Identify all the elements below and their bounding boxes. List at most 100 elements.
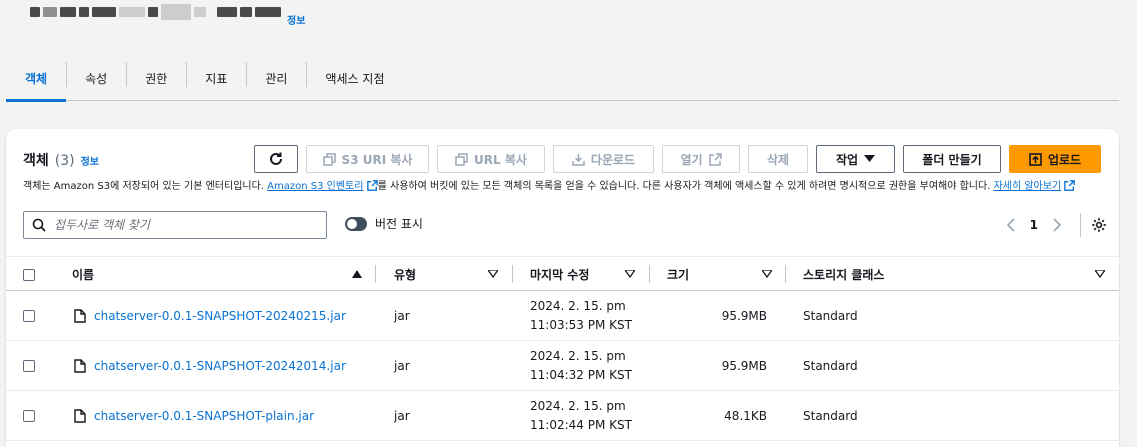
storage-class-cell: Standard: [803, 359, 858, 373]
column-header-size[interactable]: 크기: [649, 257, 779, 292]
search-box: [23, 211, 327, 239]
modified-cell: 2024. 2. 15. pm 11:03:53 PM KST: [530, 291, 632, 341]
name-cell: chatserver-0.0.1-SNAPSHOT-20240215.jar: [74, 291, 346, 341]
upload-icon: [1029, 152, 1042, 166]
open-button[interactable]: 열기: [662, 145, 740, 173]
size-cell: 95.9MB: [721, 359, 767, 373]
bucket-name-redacted: [30, 4, 281, 20]
copy-icon: [322, 152, 336, 166]
gear-icon: [1092, 218, 1106, 232]
show-versions-label: 버전 표시: [375, 217, 423, 231]
actions-label: 작업: [835, 152, 859, 167]
pagination: 1: [1006, 213, 1107, 237]
sort-icon[interactable]: [625, 270, 635, 278]
panel-title: 객체 (3) 정보: [23, 150, 99, 170]
name-cell: chatserver-0.0.1-SNAPSHOT-plain.jar: [74, 391, 314, 441]
learn-more-link[interactable]: 자세히 알아보기: [994, 181, 1062, 192]
modified-date: 2024. 2. 15. pm: [530, 299, 626, 313]
object-link[interactable]: chatserver-0.0.1-SNAPSHOT-20240215.jar: [94, 309, 346, 323]
file-icon: [74, 409, 86, 423]
header-info-link[interactable]: 정보: [287, 12, 305, 27]
table-row[interactable]: chatserver-0.0.1-SNAPSHOT-20242014.jar j…: [6, 341, 1119, 391]
modified-date: 2024. 2. 15. pm: [530, 349, 626, 363]
refresh-icon: [270, 152, 282, 165]
toggle-knob: [347, 218, 357, 229]
tab-properties[interactable]: 속성: [66, 56, 126, 100]
column-header-last-modified[interactable]: 마지막 수정: [512, 257, 642, 292]
create-folder-button[interactable]: 폴더 만들기: [903, 145, 1001, 173]
row-select-cell: [23, 291, 35, 341]
sort-icon[interactable]: [762, 270, 772, 278]
sort-icon[interactable]: [1095, 270, 1105, 278]
page-header: 정보: [30, 2, 305, 27]
refresh-button[interactable]: [254, 145, 298, 173]
show-versions-toggle[interactable]: 버전 표시: [345, 215, 423, 232]
preferences-button[interactable]: [1080, 213, 1107, 237]
search-icon: [32, 218, 46, 232]
caret-down-icon: [864, 155, 876, 162]
description-text-2: 를 사용하여 버킷에 있는 모든 객체의 목록을 얻을 수 있습니다. 다른 사…: [377, 181, 994, 192]
row-checkbox[interactable]: [23, 410, 35, 422]
open-label: 열기: [680, 152, 703, 167]
type-cell: jar: [394, 309, 410, 323]
column-header-type[interactable]: 유형: [375, 257, 495, 292]
table-row[interactable]: chatserver-0.0.1-SNAPSHOT-20240215.jar j…: [6, 291, 1119, 341]
toggle-switch[interactable]: [345, 216, 367, 231]
row-checkbox[interactable]: [23, 310, 35, 322]
column-header-storage-class[interactable]: 스토리지 클래스: [785, 257, 1085, 292]
tab-metrics[interactable]: 지표: [186, 56, 246, 100]
row-select-cell: [23, 391, 35, 441]
storage-class-cell: Standard: [803, 409, 858, 423]
external-link-icon: [708, 152, 722, 166]
object-link[interactable]: chatserver-0.0.1-SNAPSHOT-plain.jar: [94, 409, 314, 423]
search-input[interactable]: [54, 218, 304, 232]
download-icon: [572, 153, 585, 166]
chevron-right-icon[interactable]: [1052, 218, 1062, 232]
modified-cell: 2024. 2. 15. pm 11:02:44 PM KST: [530, 391, 632, 441]
modified-date: 2024. 2. 15. pm: [530, 399, 626, 413]
copy-icon: [455, 152, 468, 166]
name-cell: chatserver-0.0.1-SNAPSHOT-20242014.jar: [74, 341, 346, 391]
size-cell: 48.1KB: [724, 409, 767, 423]
table-row[interactable]: chatserver-0.0.1-SNAPSHOT-plain.jar jar …: [6, 391, 1119, 441]
panel-info-link[interactable]: 정보: [81, 153, 99, 168]
tab-management[interactable]: 관리: [246, 56, 306, 100]
object-link[interactable]: chatserver-0.0.1-SNAPSHOT-20242014.jar: [94, 359, 346, 373]
delete-label: 삭제: [766, 152, 790, 167]
row-checkbox[interactable]: [23, 360, 35, 372]
panel-heading: 객체: [23, 153, 49, 169]
select-all-checkbox[interactable]: [23, 268, 35, 281]
current-page[interactable]: 1: [1030, 218, 1038, 232]
copy-url-label: URL 복사: [474, 152, 527, 167]
external-link-icon: [366, 180, 378, 191]
select-all-cell: [23, 257, 35, 292]
modified-time: 11:04:32 PM KST: [530, 368, 632, 382]
download-button[interactable]: 다운로드: [553, 145, 654, 173]
modified-time: 11:03:53 PM KST: [530, 318, 632, 332]
column-header-name[interactable]: 이름: [72, 257, 94, 292]
tab-access-points[interactable]: 액세스 지점: [306, 56, 403, 100]
actions-dropdown[interactable]: 작업: [816, 145, 895, 173]
download-label: 다운로드: [590, 152, 636, 167]
inventory-link[interactable]: Amazon S3 인벤토리: [267, 181, 363, 192]
modified-cell: 2024. 2. 15. pm 11:04:32 PM KST: [530, 341, 632, 391]
objects-panel: 객체 (3) 정보 S3 URI 복사 URL 복사 다운로드 열기 삭제 작업: [6, 129, 1119, 447]
storage-class-cell: Standard: [803, 309, 858, 323]
copy-s3-uri-button[interactable]: S3 URI 복사: [306, 145, 429, 173]
type-cell: jar: [394, 359, 410, 373]
sort-icon[interactable]: [488, 270, 498, 278]
tab-permissions[interactable]: 권한: [126, 56, 186, 100]
chevron-left-icon[interactable]: [1006, 218, 1016, 232]
external-link-icon: [1064, 180, 1076, 191]
copy-url-button[interactable]: URL 복사: [437, 145, 545, 173]
table-header: 이름 유형 마지막 수정 크기 스토리지 클래스: [6, 256, 1119, 291]
create-folder-label: 폴더 만들기: [922, 152, 982, 167]
upload-button[interactable]: 업로드: [1009, 145, 1101, 173]
tab-objects[interactable]: 객체: [6, 56, 67, 102]
description-text-1: 객체는 Amazon S3에 저장되어 있는 기본 엔터티입니다.: [23, 181, 268, 192]
panel-description: 객체는 Amazon S3에 저장되어 있는 기본 엔터티입니다. Amazon…: [23, 177, 1113, 192]
file-icon: [74, 309, 86, 323]
delete-button[interactable]: 삭제: [748, 145, 808, 173]
file-icon: [74, 359, 86, 373]
sort-asc-icon[interactable]: [352, 270, 362, 278]
